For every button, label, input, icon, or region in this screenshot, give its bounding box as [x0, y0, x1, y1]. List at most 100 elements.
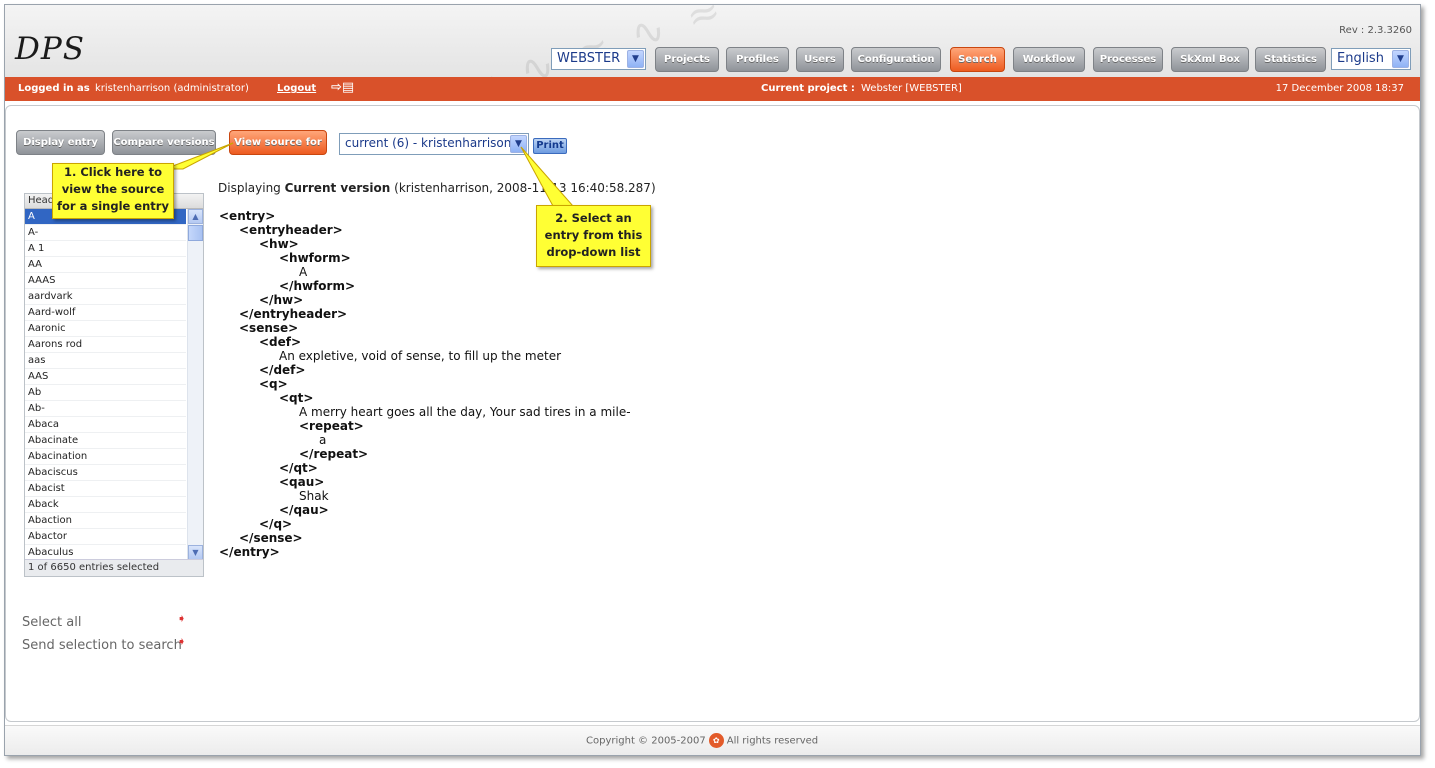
nav-statistics[interactable]: Statistics — [1255, 47, 1326, 72]
xml-tag-line: </qt> — [279, 461, 318, 475]
xml-tag-line: </qau> — [279, 503, 329, 517]
callout-1-line: view the source — [61, 182, 165, 196]
xml-tag-line: </repeat> — [299, 447, 369, 461]
xml-tag-line: <repeat> — [299, 419, 364, 433]
list-item[interactable]: A 1 — [25, 241, 186, 257]
rights-text: All rights reserved — [726, 735, 819, 747]
dictionary-select-value: WEBSTER — [557, 51, 621, 66]
list-item[interactable]: aas — [25, 353, 186, 369]
content-panel: Display entry Compare versions View sour… — [5, 105, 1420, 722]
nav-configuration[interactable]: Configuration — [851, 47, 941, 72]
app-window: ≈ ∿ ≈ ∿ ≈ ∿ ≈ DPS Rev : 2.3.3260 WEBSTER… — [4, 4, 1421, 756]
list-item[interactable]: A- — [25, 225, 186, 241]
copyright: Copyright © 2005-2007 ✿ All rights reserve… — [586, 733, 818, 748]
version-select[interactable]: current (6) - kristenharrison ▼ — [339, 133, 529, 155]
nav-profiles[interactable]: Profiles — [726, 47, 789, 72]
xml-text-line: A — [299, 265, 308, 279]
list-item[interactable]: Aard-wolf — [25, 305, 186, 321]
status-bar: Logged in as kristenharrison (administra… — [5, 77, 1420, 101]
xml-text-line: A merry heart goes all the day, Your sad… — [299, 405, 631, 419]
xml-tag-line: </entryheader> — [239, 307, 348, 321]
entry-list: Head A A- A 1 AA AAAS aardvark Aard-wolf Aaroni… — [24, 193, 204, 577]
list-item[interactable]: AA — [25, 257, 186, 273]
callout-1-line: 1. Click here to — [63, 165, 163, 179]
select-all-arrow-icon[interactable]: ➧ — [177, 612, 186, 625]
scroll-thumb[interactable] — [188, 225, 203, 241]
entry-list-footer: 1 of 6650 entries selected — [25, 559, 203, 576]
list-item[interactable]: Abactor — [25, 529, 186, 545]
company-logo-icon: ✿ — [708, 733, 724, 748]
xml-text-line: An expletive, void of sense, to fill up … — [279, 349, 562, 363]
language-select-value: English — [1337, 51, 1384, 66]
list-item[interactable]: Aback — [25, 497, 186, 513]
chevron-down-icon: ▼ — [627, 50, 644, 68]
list-item[interactable]: Abaciscus — [25, 465, 186, 481]
send-to-search-link[interactable]: Send selection to search — [22, 638, 182, 653]
list-item[interactable]: Abacist — [25, 481, 186, 497]
list-item[interactable]: Abacinate — [25, 433, 186, 449]
xml-tag-line: <qau> — [279, 475, 325, 489]
xml-tag-line: <sense> — [239, 321, 299, 335]
list-item[interactable]: Aaronic — [25, 321, 186, 337]
current-datetime: 17 December 2008 18:37 — [1275, 83, 1404, 94]
chevron-down-icon: ▼ — [510, 135, 527, 153]
nav-projects[interactable]: Projects — [655, 47, 719, 72]
display-entry-button[interactable]: Display entry — [16, 130, 105, 155]
list-item[interactable]: Ab- — [25, 401, 186, 417]
version-select-value: current (6) - kristenharrison — [345, 136, 512, 150]
list-item[interactable]: Abaca — [25, 417, 186, 433]
entry-list-scrollbar[interactable]: ▲ ▼ — [187, 209, 203, 560]
scroll-up-icon[interactable]: ▲ — [188, 209, 203, 224]
project-label: Current project : — [761, 83, 855, 94]
current-project: Webster [WEBSTER] — [861, 83, 962, 94]
select-all-link[interactable]: Select all — [22, 615, 81, 630]
nav-processes[interactable]: Processes — [1093, 47, 1163, 72]
xml-tag-line: </q> — [259, 517, 293, 531]
list-item[interactable]: Abacination — [25, 449, 186, 465]
displaying-prefix: Displaying — [218, 181, 281, 195]
language-select[interactable]: English ▼ — [1331, 48, 1411, 70]
nav-search[interactable]: Search — [950, 47, 1005, 72]
displaying-meta: (kristenharrison, 2008-11-13 16:40:58.28… — [394, 181, 656, 195]
logout-link[interactable]: Logout — [277, 83, 316, 94]
send-to-search-arrow-icon[interactable]: ➧ — [177, 635, 186, 648]
app-logo: DPS — [15, 31, 85, 67]
displaying-line: Displaying Current version (kristenharri… — [218, 181, 656, 195]
nav-skxml-box[interactable]: SkXml Box — [1171, 47, 1249, 72]
callout-2-line: entry from this — [544, 228, 643, 242]
revision-label: Rev : 2.3.3260 — [1339, 25, 1412, 36]
list-item[interactable]: AAAS — [25, 273, 186, 289]
copyright-text: Copyright © 2005-2007 — [586, 735, 706, 747]
dictionary-select[interactable]: WEBSTER ▼ — [551, 48, 646, 70]
list-item[interactable]: Aarons rod — [25, 337, 186, 353]
xml-tag-line: </hwform> — [279, 279, 356, 293]
print-button[interactable]: Print — [533, 138, 567, 154]
nav-workflow[interactable]: Workflow — [1013, 47, 1085, 72]
callout-2-line: 2. Select an — [555, 211, 632, 225]
logged-in-label: Logged in as — [18, 83, 90, 94]
xml-tag-line: </entry> — [219, 545, 280, 559]
xml-tag-line: </hw> — [259, 293, 304, 307]
nav-users[interactable]: Users — [796, 47, 844, 72]
list-item[interactable]: Abaction — [25, 513, 186, 529]
callout-2-line: drop-down list — [546, 245, 641, 259]
compare-versions-button[interactable]: Compare versions — [112, 130, 216, 155]
xml-text-line: a — [319, 433, 327, 447]
xml-tag-line: <def> — [259, 335, 302, 349]
logout-arrow-icon[interactable]: ⇨▤ — [331, 80, 354, 95]
list-item[interactable]: AAS — [25, 369, 186, 385]
chevron-down-icon: ▼ — [1392, 50, 1409, 68]
scroll-down-icon[interactable]: ▼ — [188, 545, 203, 560]
callout-select-entry: 2. Select an entry from this drop-down l… — [536, 205, 651, 267]
view-source-button[interactable]: View source for — [229, 130, 327, 155]
callout-view-source: 1. Click here to view the source for a s… — [52, 163, 174, 219]
list-item[interactable]: Ab — [25, 385, 186, 401]
xml-text-line: Shak — [299, 489, 329, 503]
displaying-version: Current version — [284, 181, 391, 195]
current-user: kristenharrison (administrator) — [95, 83, 249, 94]
xml-tag-line: </def> — [259, 363, 306, 377]
xml-tag-line: <qt> — [279, 391, 314, 405]
top-header: ≈ ∿ ≈ ∿ ≈ ∿ ≈ DPS Rev : 2.3.3260 WEBSTER… — [5, 5, 1420, 77]
list-item[interactable]: aardvark — [25, 289, 186, 305]
xml-tag-line: </sense> — [239, 531, 303, 545]
